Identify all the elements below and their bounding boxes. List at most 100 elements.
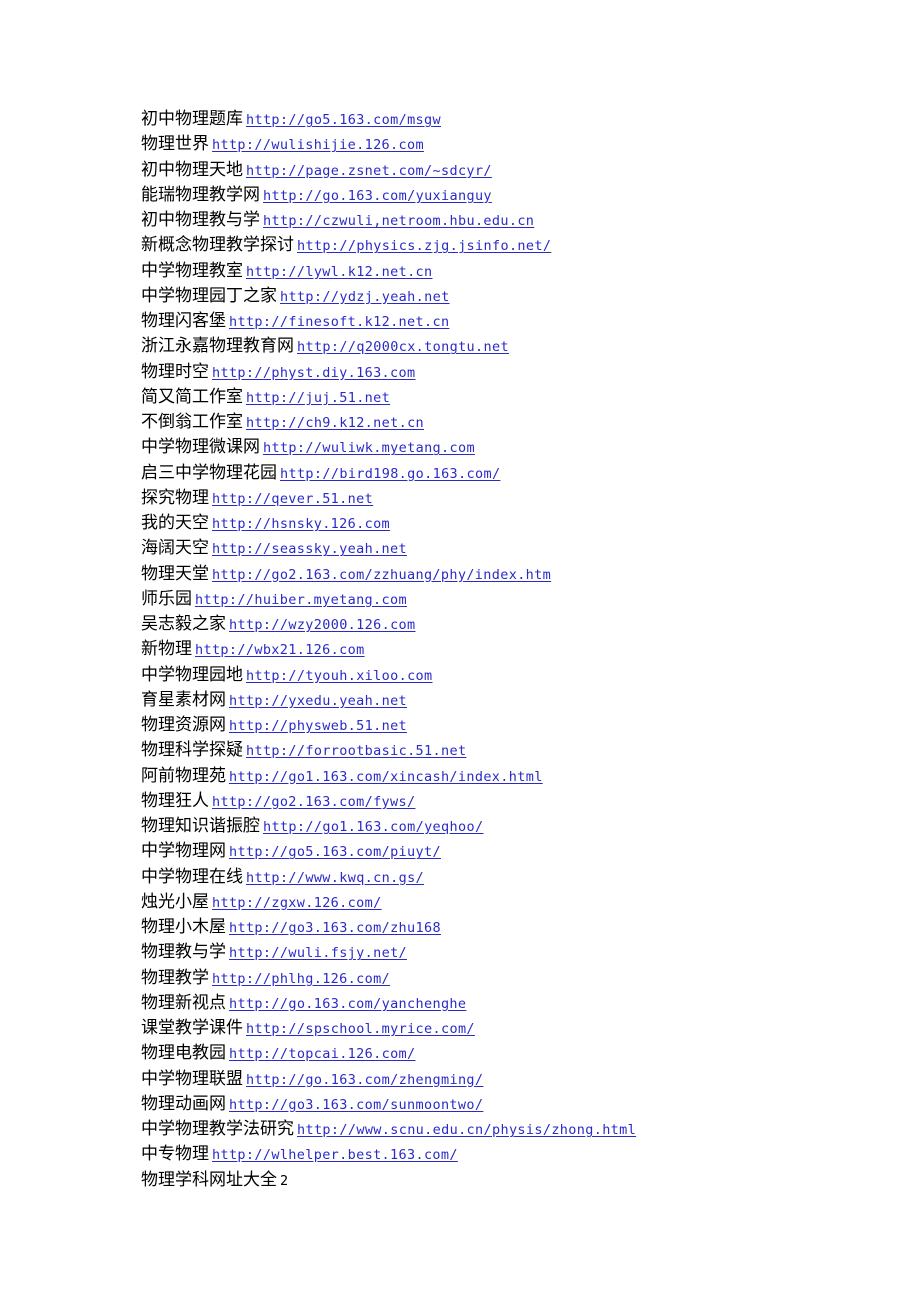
site-url-link[interactable]: http://topcai.126.com/ — [229, 1046, 416, 1062]
link-line: 中学物理园地 http://tyouh.xiloo.com — [141, 663, 841, 688]
site-name-label: 初中物理天地 — [141, 159, 243, 179]
site-name-label: 物理知识谐振腔 — [141, 816, 260, 835]
link-line: 海阔天空 http://seassky.yeah.net — [141, 536, 841, 561]
link-line: 中学物理园丁之家 http://ydzj.yeah.net — [141, 284, 841, 309]
site-url-link[interactable]: http://www.kwq.cn.gs/ — [246, 870, 424, 886]
site-name-label: 中学物理园丁之家 — [141, 285, 277, 305]
link-line: 物理教学 http://phlhg.126.com/ — [141, 966, 841, 991]
link-line: 物理小木屋 http://go3.163.com/zhu168 — [141, 915, 841, 940]
site-url-link[interactable]: http://go3.163.com/sunmoontwo/ — [229, 1097, 483, 1113]
link-line: 物理闪客堡 http://finesoft.k12.net.cn — [141, 309, 841, 334]
link-line: 中学物理教室 http://lywl.k12.net.cn — [141, 259, 841, 284]
link-list: 初中物理题库 http://go5.163.com/msgw 物理世界 http://… — [141, 107, 841, 1193]
site-url-link[interactable]: http://qever.51.net — [212, 491, 373, 507]
site-url-link[interactable]: http://finesoft.k12.net.cn — [229, 314, 449, 330]
site-name-label: 物理闪客堡 — [141, 311, 226, 330]
site-url-link[interactable]: http://ch9.k12.net.cn — [246, 415, 424, 431]
site-url-link[interactable]: http://wzy2000.126.com — [229, 617, 416, 633]
site-url-link[interactable]: http://lywl.k12.net.cn — [246, 264, 433, 280]
site-name-label: 物理狂人 — [141, 790, 209, 810]
site-name-label: 物理教学 — [141, 967, 209, 987]
link-line: 我的天空 http://hsnsky.126.com — [141, 511, 841, 536]
site-url-link[interactable]: http://seassky.yeah.net — [212, 541, 407, 557]
site-url-link[interactable]: http://forrootbasic.51.net — [246, 743, 466, 759]
link-line: 启三中学物理花园 http://bird198.go.163.com/ — [141, 461, 841, 486]
site-url-link[interactable]: http://go2.163.com/zzhuang/phy/index.htm — [212, 567, 551, 583]
site-name-label: 海阔天空 — [141, 538, 209, 558]
site-name-label: 育星素材网 — [141, 689, 226, 709]
link-line: 中学物理微课网 http://wuliwk.myetang.com — [141, 435, 841, 460]
site-name-label: 物理电教园 — [141, 1043, 226, 1063]
site-url-link[interactable]: http://q2000cx.tongtu.net — [297, 339, 509, 355]
link-line: 物理时空 http://physt.diy.163.com — [141, 360, 841, 385]
document-page: 初中物理题库 http://go5.163.com/msgw 物理世界 http://… — [0, 0, 920, 1302]
site-url-link[interactable]: http://spschool.myrice.com/ — [246, 1021, 475, 1037]
site-url-link[interactable]: http://go1.163.com/xincash/index.html — [229, 769, 543, 785]
site-url-link[interactable]: http://physics.zjg.jsinfo.net/ — [297, 238, 551, 254]
link-line: 探究物理 http://qever.51.net — [141, 486, 841, 511]
site-url-link[interactable]: http://go3.163.com/zhu168 — [229, 920, 441, 936]
link-line: 新概念物理教学探讨 http://physics.zjg.jsinfo.net/ — [141, 233, 841, 258]
link-line: 简又简工作室 http://juj.51.net — [141, 385, 841, 410]
link-line: 物理电教园 http://topcai.126.com/ — [141, 1041, 841, 1066]
site-url-link[interactable]: http://go5.163.com/piuyt/ — [229, 844, 441, 860]
site-url-link[interactable]: http://go.163.com/yuxianguy — [263, 188, 492, 204]
site-url-link[interactable]: http://physweb.51.net — [229, 718, 407, 734]
site-url-link[interactable]: http://physt.diy.163.com — [212, 365, 415, 381]
site-url-link[interactable]: http://phlhg.126.com/ — [212, 971, 390, 987]
site-name-label: 启三中学物理花园 — [141, 462, 277, 482]
site-url-link[interactable]: http://hsnsky.126.com — [212, 516, 390, 532]
site-url-link[interactable]: http://wlhelper.best.163.com/ — [212, 1147, 458, 1163]
footer-label: 物理学科网址大全 — [141, 1169, 277, 1189]
link-line: 师乐园 http://huiber.myetang.com — [141, 587, 841, 612]
site-url-link[interactable]: http://juj.51.net — [246, 390, 390, 406]
site-name-label: 初中物理题库 — [141, 109, 243, 128]
footer-number: 2 — [280, 1172, 289, 1189]
site-name-label: 浙江永嘉物理教育网 — [141, 336, 294, 356]
link-line: 初中物理题库 http://go5.163.com/msgw — [141, 107, 841, 132]
link-line: 烛光小屋 http://zgxw.126.com/ — [141, 890, 841, 915]
site-name-label: 阿前物理苑 — [141, 765, 226, 785]
link-line: 中学物理联盟 http://go.163.com/zhengming/ — [141, 1067, 841, 1092]
site-name-label: 中学物理园地 — [141, 664, 243, 684]
site-name-label: 探究物理 — [141, 487, 209, 507]
site-name-label: 中学物理教学法研究 — [141, 1119, 294, 1138]
link-line: 物理知识谐振腔 http://go1.163.com/yeqhoo/ — [141, 814, 841, 839]
site-url-link[interactable]: http://go.163.com/zhengming/ — [246, 1072, 483, 1088]
footer-line: 物理学科网址大全 2 — [141, 1168, 841, 1193]
site-url-link[interactable]: http://zgxw.126.com/ — [212, 895, 382, 911]
link-line: 初中物理天地 http://page.zsnet.com/~sdcyr/ — [141, 158, 841, 183]
site-name-label: 中学物理微课网 — [141, 437, 260, 457]
site-name-label: 中专物理 — [141, 1144, 209, 1164]
site-name-label: 课堂教学课件 — [141, 1018, 243, 1037]
site-url-link[interactable]: http://go1.163.com/yeqhoo/ — [263, 819, 483, 835]
link-line: 浙江永嘉物理教育网 http://q2000cx.tongtu.net — [141, 334, 841, 359]
site-name-label: 物理新视点 — [141, 992, 226, 1012]
site-url-link[interactable]: http://page.zsnet.com/~sdcyr/ — [246, 163, 492, 179]
site-url-link[interactable]: http://ydzj.yeah.net — [280, 289, 450, 305]
site-url-link[interactable]: http://wulishijie.126.com — [212, 137, 424, 153]
link-line: 中学物理网 http://go5.163.com/piuyt/ — [141, 839, 841, 864]
site-url-link[interactable]: http://go.163.com/yanchenghe — [229, 996, 466, 1012]
site-url-link[interactable]: http://wuli.fsjy.net/ — [229, 945, 407, 961]
site-url-link[interactable]: http://czwuli,netroom.hbu.edu.cn — [263, 213, 534, 229]
site-url-link[interactable]: http://wbx21.126.com — [195, 642, 365, 658]
site-name-label: 初中物理教与学 — [141, 210, 260, 229]
site-name-label: 新概念物理教学探讨 — [141, 235, 294, 255]
site-name-label: 物理资源网 — [141, 715, 226, 734]
site-name-label: 能瑞物理教学网 — [141, 184, 260, 204]
site-name-label: 中学物理联盟 — [141, 1068, 243, 1088]
site-name-label: 新物理 — [141, 639, 192, 659]
site-url-link[interactable]: http://go5.163.com/msgw — [246, 112, 441, 128]
site-url-link[interactable]: http://yxedu.yeah.net — [229, 693, 407, 709]
site-url-link[interactable]: http://go2.163.com/fyws/ — [212, 794, 415, 810]
site-url-link[interactable]: http://huiber.myetang.com — [195, 592, 407, 608]
site-name-label: 中学物理教室 — [141, 260, 243, 280]
site-url-link[interactable]: http://tyouh.xiloo.com — [246, 668, 433, 684]
site-url-link[interactable]: http://wuliwk.myetang.com — [263, 440, 475, 456]
link-line: 能瑞物理教学网 http://go.163.com/yuxianguy — [141, 183, 841, 208]
site-url-link[interactable]: http://bird198.go.163.com/ — [280, 466, 500, 482]
site-url-link[interactable]: http://www.scnu.edu.cn/physis/zhong.html — [297, 1122, 636, 1138]
link-line: 物理新视点 http://go.163.com/yanchenghe — [141, 991, 841, 1016]
site-name-label: 物理动画网 — [141, 1093, 226, 1113]
